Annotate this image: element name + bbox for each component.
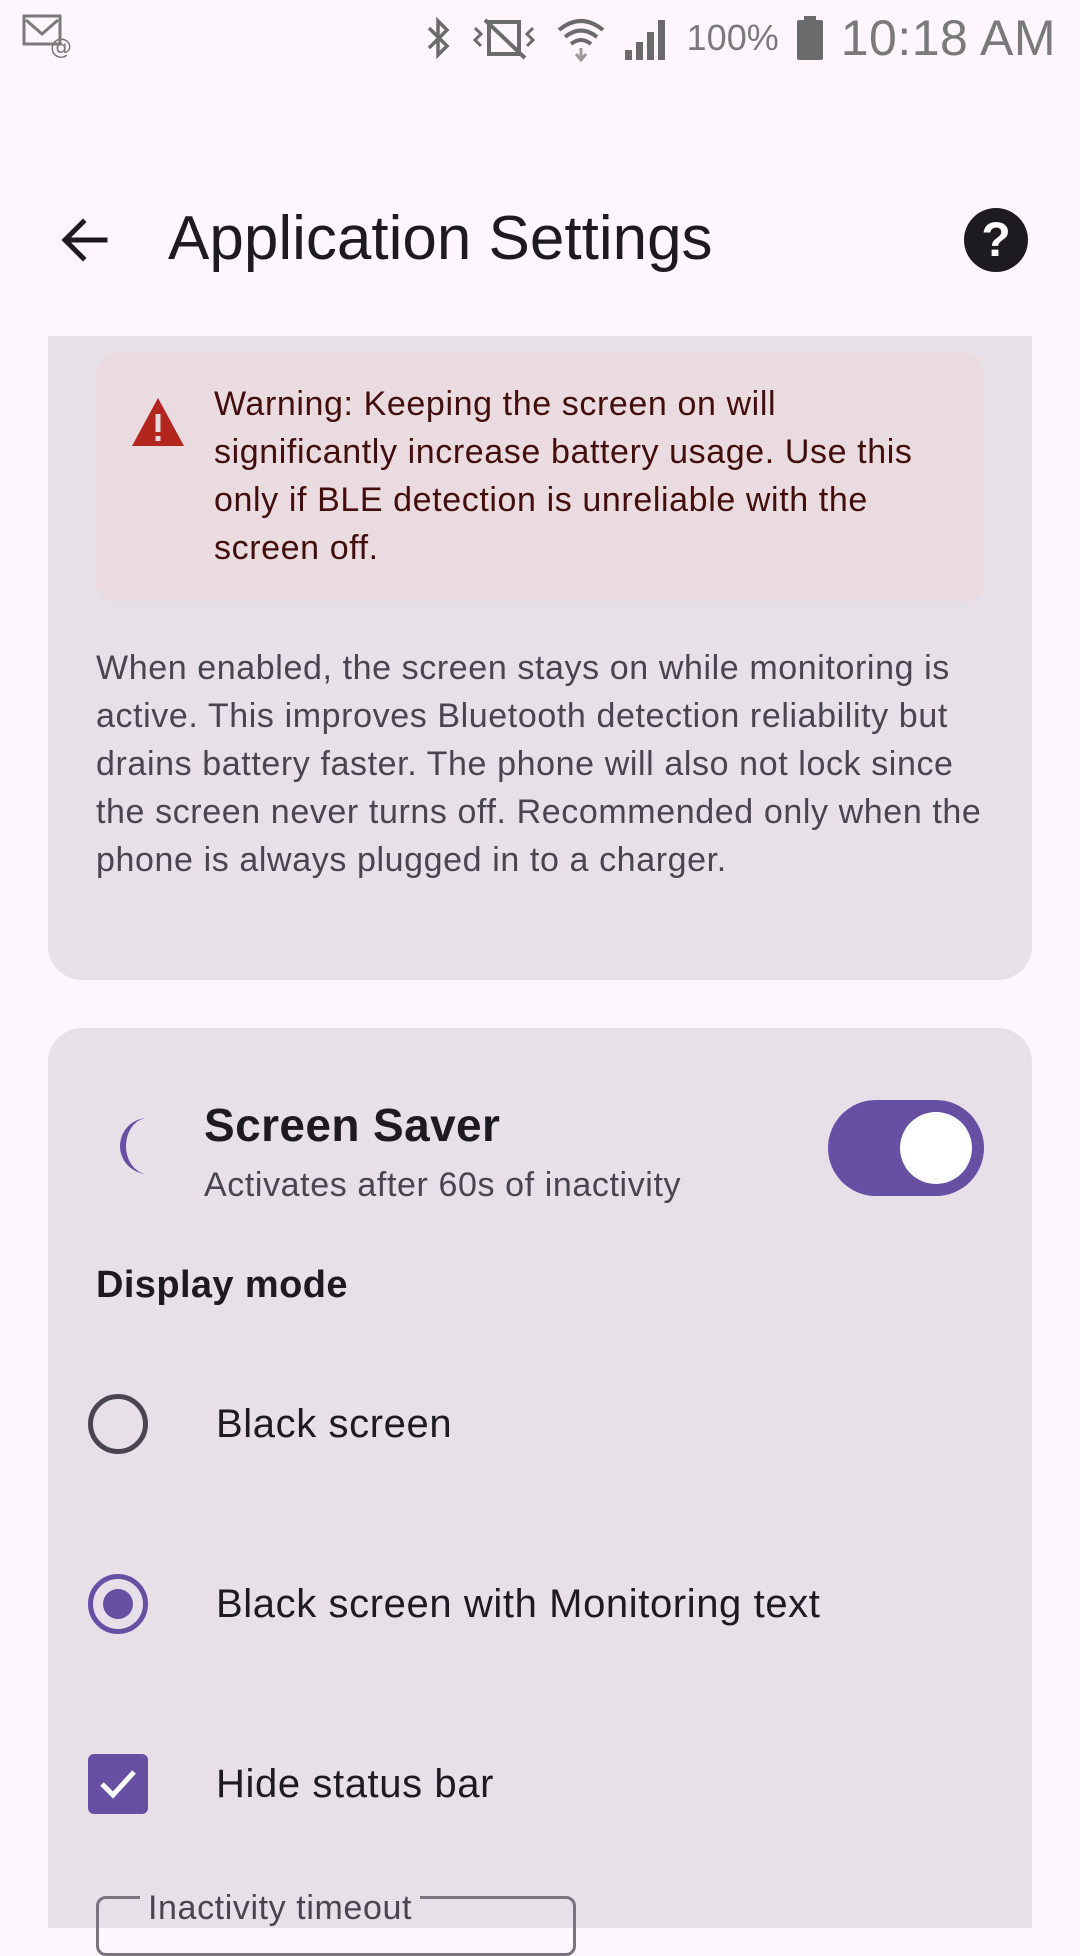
inactivity-timeout-label: Inactivity timeout [140,1888,421,1928]
radio-black-screen-monitoring[interactable] [88,1574,148,1634]
screen-saver-subtitle: Activates after 60s of inactivity [204,1166,682,1204]
arrow-back-icon [61,218,108,262]
status-bar: @ 100% 10:18 AM [0,0,1080,76]
bluetooth-icon [427,16,450,60]
cellular-signal-icon [624,20,665,60]
option-black-screen[interactable]: Black screen [48,1364,936,1484]
wifi-icon [557,19,604,62]
clock: 10:18 AM [840,10,1056,66]
help-button[interactable]: ? [964,208,1028,272]
keep-screen-on-description: When enabled, the screen stays on while … [96,649,982,879]
battery-icon [796,16,823,60]
top-app-bar: Application Settings ? [0,180,1080,300]
help-icon: ? [981,213,1011,267]
check-icon [100,1770,136,1799]
toggle-thumb [900,1112,972,1184]
option-label: Black screen with Monitoring text [216,1581,821,1626]
screen-saver-title: Screen Saver [204,1099,501,1151]
svg-text:@: @ [50,35,72,58]
option-label: Black screen [216,1401,453,1446]
option-hide-status-bar[interactable]: Hide status bar [48,1724,936,1844]
option-black-screen-monitoring[interactable]: Black screen with Monitoring text [48,1544,936,1664]
screen-saver-toggle[interactable] [828,1100,984,1196]
warning-icon [132,398,184,446]
warning-box: Warning: Keeping the screen on will sign… [96,352,984,602]
status-icons: 100% 10:18 AM [423,0,1056,76]
option-label: Hide status bar [216,1761,495,1806]
moon-icon [120,1118,148,1174]
radio-black-screen[interactable] [88,1394,148,1454]
hide-status-bar-checkbox[interactable] [88,1754,148,1814]
display-mode-label: Display mode [96,1264,348,1306]
keep-screen-on-card: Warning: Keeping the screen on will sign… [48,336,1032,980]
battery-percentage: 100% [686,17,779,58]
warning-text: Warning: Keeping the screen on will sign… [214,385,913,567]
back-button[interactable] [40,200,130,280]
page-title: Application Settings [168,204,713,273]
vibrate-mute-icon [472,18,535,60]
notification-mail-icon: @ [22,14,72,58]
